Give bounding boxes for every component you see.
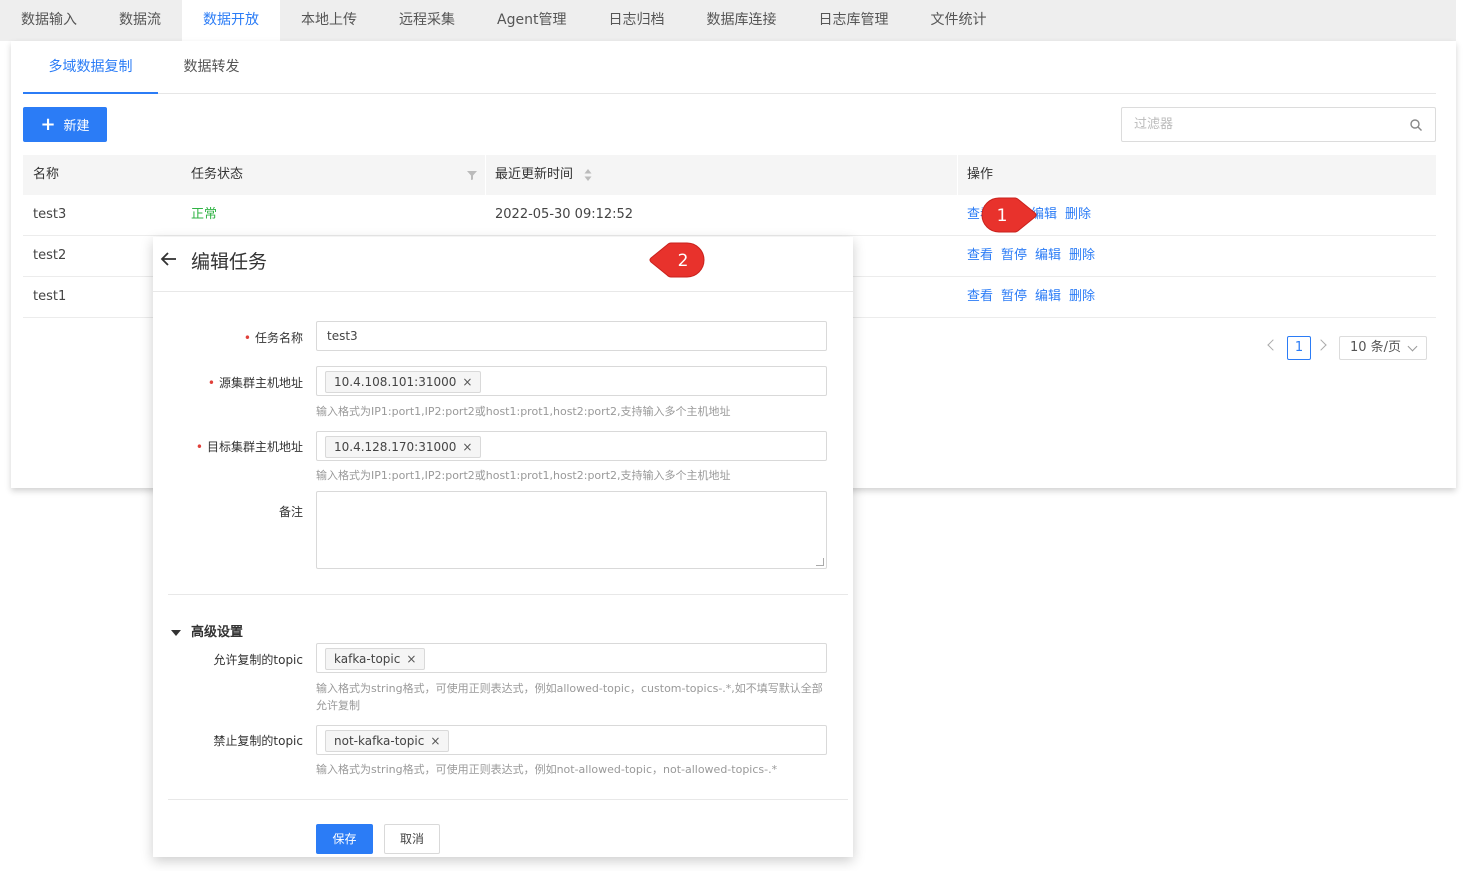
nav-tab-data-open[interactable]: 数据开放 (182, 0, 280, 41)
nav-tab-agent-manage[interactable]: Agent管理 (476, 0, 587, 41)
allow-topic-input[interactable]: kafka-topic × (316, 643, 827, 673)
source-host-hint: 输入格式为IP1:port1,IP2:port2或host1:prot1,hos… (316, 405, 731, 418)
remark-textarea[interactable] (316, 491, 827, 569)
deny-topic-label: 禁止复制的topic (213, 734, 303, 748)
required-mark: • (207, 376, 215, 390)
subtab-multi-domain-copy[interactable]: 多域数据复制 (23, 41, 158, 94)
source-host-tag: 10.4.108.101:31000 × (325, 371, 482, 393)
table-header: 名称 任务状态 最近更新时间 操作 (23, 155, 1436, 195)
search-icon[interactable] (1409, 118, 1423, 132)
col-name-header[interactable]: 名称 (33, 155, 59, 195)
prev-page-icon[interactable] (1267, 339, 1279, 351)
required-mark: • (195, 440, 203, 454)
table-row: test3 正常 2022-05-30 09:12:52 查看 编辑 删除 (23, 195, 1436, 236)
advanced-settings-toggle[interactable]: 高级设置 (171, 621, 243, 640)
row-actions: 查看 暂停 编辑 删除 (967, 277, 1103, 317)
view-link[interactable]: 查看 (967, 289, 993, 304)
edit-link[interactable]: 编辑 (1035, 289, 1061, 304)
close-icon[interactable]: × (462, 440, 472, 454)
target-host-input[interactable]: 10.4.128.170:31000 × (316, 431, 827, 461)
close-icon[interactable]: × (462, 375, 472, 389)
target-host-label: • 目标集群主机地址 (195, 440, 303, 454)
row-name: test3 (33, 207, 67, 222)
edit-task-modal: 编辑任务 • 任务名称 test3 • 源集群主机地址 10.4.108.101:3… (153, 237, 853, 857)
nav-tab-db-connect[interactable]: 数据库连接 (685, 0, 797, 41)
nav-tab-log-archive[interactable]: 日志归档 (587, 0, 685, 41)
close-icon[interactable]: × (430, 734, 440, 748)
required-mark: • (243, 331, 251, 345)
allow-topic-tag: kafka-topic × (325, 648, 426, 670)
caret-down-icon (171, 629, 181, 636)
new-button-label: 新建 (63, 119, 90, 134)
callout-number: 1 (997, 206, 1008, 226)
modal-title: 编辑任务 (191, 251, 268, 273)
nav-tab-data-flow[interactable]: 数据流 (98, 0, 182, 41)
delete-link[interactable]: 删除 (1065, 207, 1091, 222)
callout-number: 2 (678, 251, 689, 271)
nav-tab-data-input[interactable]: 数据输入 (0, 0, 98, 41)
nav-tab-file-stats[interactable]: 文件统计 (909, 0, 1007, 41)
source-host-label: • 源集群主机地址 (207, 376, 303, 390)
view-link[interactable]: 查看 (967, 248, 993, 263)
sub-tabs: 多域数据复制 数据转发 (23, 41, 1436, 94)
page-number[interactable]: 1 (1287, 336, 1311, 360)
allow-topic-hint: 输入格式为string格式，可使用正则表达式，例如allowed-topic，c… (316, 682, 823, 712)
plus-icon: + (40, 113, 56, 135)
task-name-input[interactable]: test3 (316, 321, 827, 351)
row-status: 正常 (191, 207, 218, 222)
new-button[interactable]: + 新建 (23, 107, 107, 142)
sort-icon[interactable] (583, 167, 593, 183)
col-time-header[interactable]: 最近更新时间 (495, 155, 573, 195)
nav-tab-local-upload[interactable]: 本地上传 (280, 0, 378, 41)
deny-topic-hint: 输入格式为string格式，可使用正则表达式，例如not-allowed-top… (316, 763, 778, 776)
modal-header: 编辑任务 (153, 237, 853, 292)
callout-badge-2: 2 (649, 242, 705, 278)
top-nav: 数据输入 数据流 数据开放 本地上传 远程采集 Agent管理 日志归档 数据库… (0, 0, 1456, 41)
remark-label: 备注 (278, 505, 303, 519)
page-size-value: 10 条/页 (1350, 340, 1402, 355)
nav-tab-logstore-manage[interactable]: 日志库管理 (797, 0, 909, 41)
callout-badge-1: 1 (981, 197, 1037, 233)
section-divider (168, 594, 848, 595)
subtab-data-forward[interactable]: 数据转发 (158, 41, 265, 94)
delete-link[interactable]: 删除 (1069, 248, 1095, 263)
chevron-down-icon (1407, 341, 1418, 352)
close-icon[interactable]: × (406, 652, 416, 666)
pause-link[interactable]: 暂停 (1001, 248, 1027, 263)
row-name: test2 (33, 248, 67, 263)
edit-link[interactable]: 编辑 (1035, 248, 1061, 263)
row-actions: 查看 暂停 编辑 删除 (967, 236, 1103, 276)
target-host-tag: 10.4.128.170:31000 × (325, 436, 482, 458)
deny-topic-input[interactable]: not-kafka-topic × (316, 725, 827, 755)
source-host-input[interactable]: 10.4.108.101:31000 × (316, 366, 827, 396)
col-actions-header: 操作 (967, 167, 994, 182)
header-divider (485, 155, 486, 195)
delete-link[interactable]: 删除 (1069, 289, 1095, 304)
header-divider (957, 155, 958, 195)
section-divider (168, 799, 848, 800)
target-host-hint: 输入格式为IP1:port1,IP2:port2或host1:prot1,hos… (316, 469, 731, 482)
task-name-value: test3 (327, 329, 358, 343)
deny-topic-tag: not-kafka-topic × (325, 730, 450, 752)
task-name-label: • 任务名称 (243, 331, 303, 345)
pause-link[interactable]: 暂停 (1001, 289, 1027, 304)
resize-grip-icon[interactable] (816, 558, 824, 566)
filter-box (1121, 107, 1436, 142)
allow-topic-label: 允许复制的topic (213, 653, 303, 667)
col-status-header[interactable]: 任务状态 (191, 155, 243, 195)
back-arrow-icon[interactable] (159, 249, 179, 269)
cancel-button[interactable]: 取消 (384, 824, 440, 854)
filter-input[interactable] (1122, 108, 1392, 141)
filter-funnel-icon[interactable] (466, 169, 478, 181)
page-size-select[interactable]: 10 条/页 (1339, 336, 1427, 360)
next-page-icon[interactable] (1315, 339, 1327, 351)
nav-tab-remote-collect[interactable]: 远程采集 (378, 0, 476, 41)
row-time: 2022-05-30 09:12:52 (495, 207, 634, 222)
row-name: test1 (33, 289, 67, 304)
save-button[interactable]: 保存 (316, 824, 373, 854)
